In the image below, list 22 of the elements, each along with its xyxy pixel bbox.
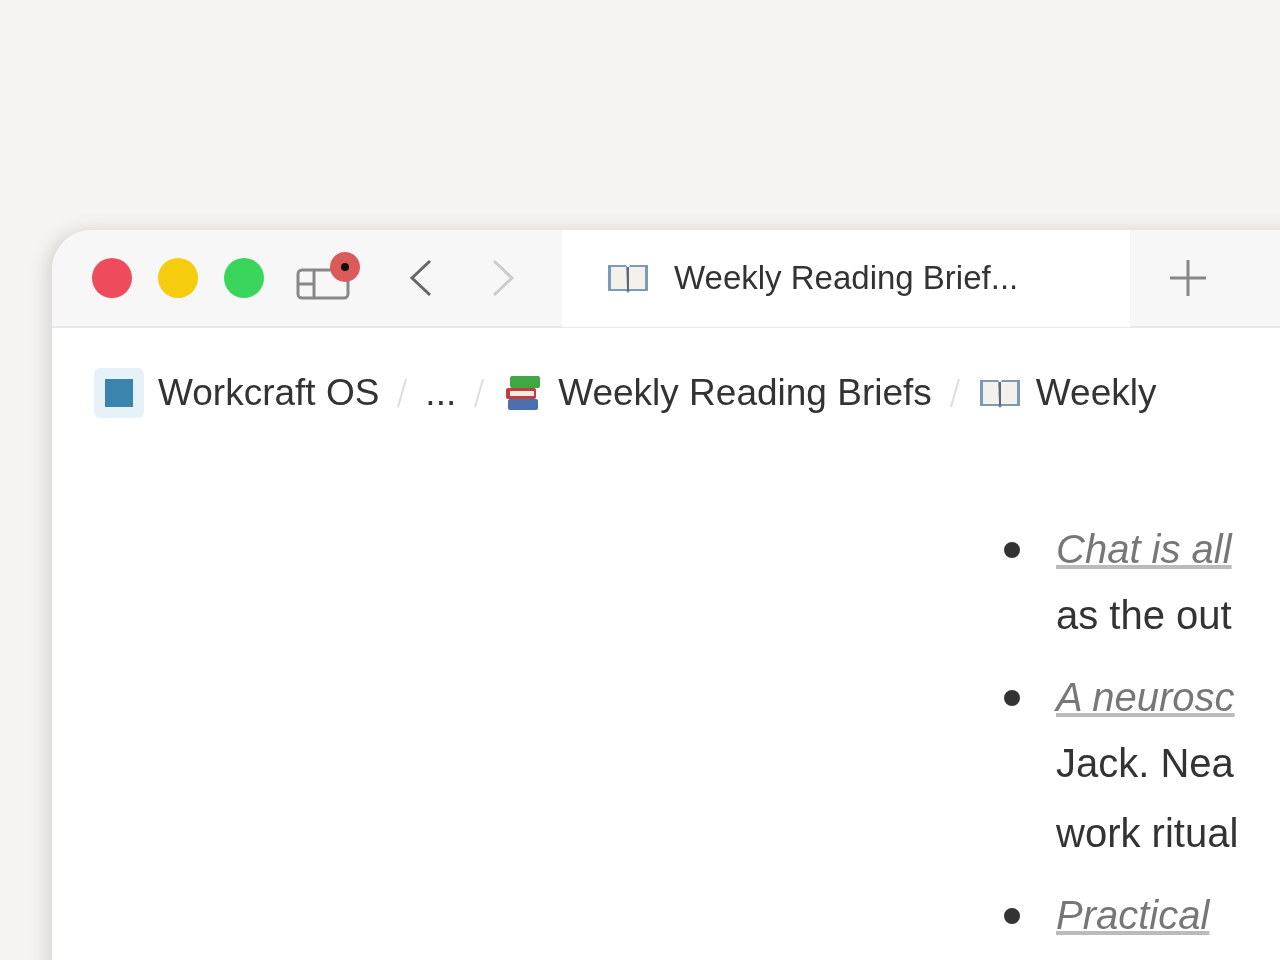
browser-tab[interactable]: Weekly Reading Brief...	[562, 230, 1130, 327]
breadcrumb-item[interactable]: Workcraft OS	[94, 368, 380, 418]
back-icon[interactable]	[408, 258, 434, 298]
breadcrumb-separator	[397, 378, 408, 408]
new-tab-icon[interactable]	[1168, 258, 1208, 298]
article-link[interactable]: A neurosc	[1056, 666, 1239, 728]
body-text: work ritual	[1056, 810, 1239, 857]
article-link[interactable]: Practical	[1056, 884, 1210, 946]
workspace-icon	[94, 368, 144, 418]
bullet-icon	[1004, 542, 1020, 558]
body-text: Jack. Nea	[1056, 740, 1235, 787]
body-text: as the out	[1056, 592, 1232, 639]
zoom-window-button[interactable]	[224, 258, 264, 298]
breadcrumb-item[interactable]: Weekly Reading Briefs	[502, 372, 932, 414]
breadcrumb-item[interactable]: Weekly	[977, 372, 1157, 414]
breadcrumb-item[interactable]: ...	[425, 372, 457, 414]
bullet-icon	[1004, 908, 1020, 924]
breadcrumb-separator	[949, 378, 960, 408]
breadcrumb-separator	[474, 378, 485, 408]
article-link[interactable]: Chat is all	[1056, 518, 1232, 580]
bullet-icon	[1004, 690, 1020, 706]
close-window-button[interactable]	[92, 258, 132, 298]
